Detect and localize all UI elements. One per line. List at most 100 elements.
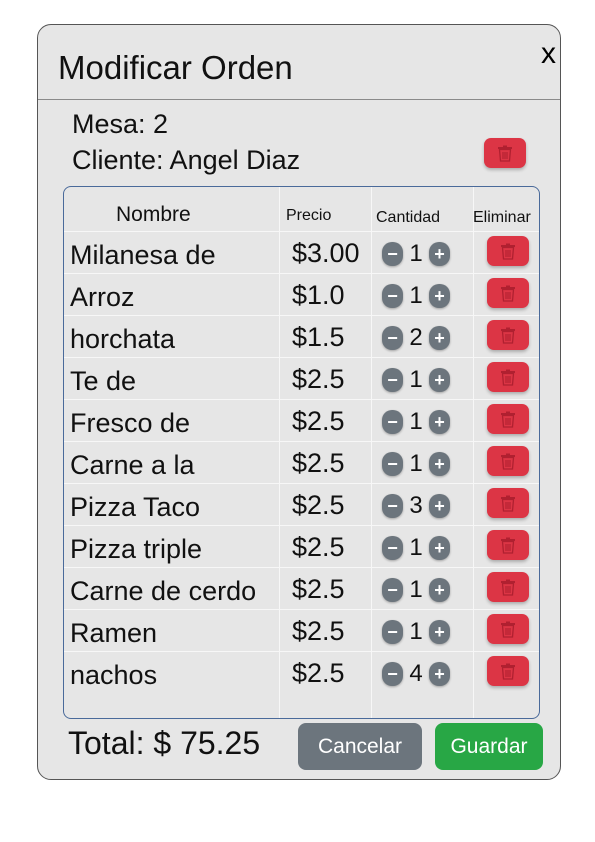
quantity-value: 1 xyxy=(409,576,423,603)
trash-icon xyxy=(501,495,515,512)
increment-button[interactable]: + xyxy=(429,536,450,560)
decrement-button[interactable]: − xyxy=(382,494,403,518)
quantity-stepper: −1 + xyxy=(382,240,450,268)
delete-item-button[interactable] xyxy=(487,404,529,434)
delete-item-button[interactable] xyxy=(487,236,529,266)
delete-order-button[interactable] xyxy=(484,138,526,168)
item-price: $3.00 xyxy=(292,238,360,268)
decrement-button[interactable]: − xyxy=(382,368,403,392)
item-price: $1.0 xyxy=(292,280,345,310)
delete-item-button[interactable] xyxy=(487,278,529,308)
item-name: nachos xyxy=(70,660,158,690)
delete-item-button[interactable] xyxy=(487,572,529,602)
header-eliminar: Eliminar xyxy=(473,209,531,226)
increment-button[interactable]: + xyxy=(429,578,450,602)
quantity-stepper: −1 + xyxy=(382,576,450,604)
table-row: nachos $2.5 −4 + xyxy=(64,651,539,694)
delete-item-button[interactable] xyxy=(487,656,529,686)
trash-icon xyxy=(498,145,512,162)
increment-button[interactable]: + xyxy=(429,620,450,644)
table-row: Fresco de $2.5 −1 + xyxy=(64,399,539,442)
increment-button[interactable]: + xyxy=(429,410,450,434)
quantity-stepper: −1 + xyxy=(382,366,450,394)
header-precio: Precio xyxy=(286,207,332,224)
trash-icon xyxy=(501,411,515,428)
delete-item-button[interactable] xyxy=(487,614,529,644)
quantity-value: 1 xyxy=(409,408,423,435)
decrement-button[interactable]: − xyxy=(382,452,403,476)
quantity-stepper: −1 + xyxy=(382,534,450,562)
decrement-button[interactable]: − xyxy=(382,326,403,350)
item-price: $2.5 xyxy=(292,574,345,604)
delete-item-button[interactable] xyxy=(487,362,529,392)
decrement-button[interactable]: − xyxy=(382,620,403,644)
item-name: Pizza Taco xyxy=(70,492,201,522)
quantity-value: 1 xyxy=(409,534,423,561)
quantity-stepper: −4 + xyxy=(382,660,450,688)
header-cantidad: Cantidad xyxy=(376,209,441,226)
item-name: Ramen xyxy=(70,618,158,648)
quantity-stepper: −1 + xyxy=(382,408,450,436)
table-row: Te de $2.5 −1 + xyxy=(64,357,539,400)
quantity-value: 1 xyxy=(409,618,423,645)
cancel-button[interactable]: Cancelar xyxy=(298,723,422,770)
modify-order-modal: Modificar Orden x Mesa: 2 Cliente: Angel… xyxy=(37,24,561,780)
quantity-stepper: −2 + xyxy=(382,324,450,352)
item-price: $2.5 xyxy=(292,658,345,688)
table-row: Carne de cerdo $2.5 −1 + xyxy=(64,567,539,610)
quantity-value: 1 xyxy=(409,366,423,393)
trash-icon xyxy=(501,285,515,302)
item-price: $1.5 xyxy=(292,322,345,352)
increment-button[interactable]: + xyxy=(429,368,450,392)
trash-icon xyxy=(501,579,515,596)
decrement-button[interactable]: − xyxy=(382,578,403,602)
item-price: $2.5 xyxy=(292,364,345,394)
item-name: horchata xyxy=(70,324,176,354)
item-name: Te de xyxy=(70,366,137,396)
total-value: $ 75.25 xyxy=(153,725,261,761)
trash-icon xyxy=(501,663,515,680)
item-name: Carne a la xyxy=(70,450,195,480)
delete-item-button[interactable] xyxy=(487,320,529,350)
order-total: Total: $ 75.25 xyxy=(68,725,260,762)
decrement-button[interactable]: − xyxy=(382,410,403,434)
item-price: $2.5 xyxy=(292,448,345,478)
delete-item-button[interactable] xyxy=(487,530,529,560)
item-price: $2.5 xyxy=(292,490,345,520)
table-number: Mesa: 2 xyxy=(72,109,169,139)
delete-item-button[interactable] xyxy=(487,488,529,518)
table-row: Ramen $2.5 −1 + xyxy=(64,609,539,652)
table-row: Pizza Taco $2.5 −3 + xyxy=(64,483,539,526)
increment-button[interactable]: + xyxy=(429,662,450,686)
modal-title: Modificar Orden xyxy=(58,49,293,86)
header-nombre: Nombre xyxy=(116,203,191,226)
quantity-stepper: −1 + xyxy=(382,618,450,646)
decrement-button[interactable]: − xyxy=(382,242,403,266)
increment-button[interactable]: + xyxy=(429,494,450,518)
increment-button[interactable]: + xyxy=(429,326,450,350)
item-name: Arroz xyxy=(70,282,135,312)
increment-button[interactable]: + xyxy=(429,242,450,266)
save-button[interactable]: Guardar xyxy=(435,723,543,770)
trash-icon xyxy=(501,243,515,260)
increment-button[interactable]: + xyxy=(429,452,450,476)
quantity-value: 2 xyxy=(409,324,423,351)
quantity-value: 1 xyxy=(409,240,423,267)
decrement-button[interactable]: − xyxy=(382,284,403,308)
increment-button[interactable]: + xyxy=(429,284,450,308)
quantity-value: 1 xyxy=(409,450,423,477)
quantity-value: 4 xyxy=(409,660,423,687)
item-name: Carne de cerdo xyxy=(70,576,257,606)
close-button[interactable]: x xyxy=(541,39,556,69)
trash-icon xyxy=(501,327,515,344)
table-row: Arroz $1.0 −1 + xyxy=(64,273,539,316)
quantity-value: 3 xyxy=(409,492,423,519)
quantity-stepper: −3 + xyxy=(382,492,450,520)
decrement-button[interactable]: − xyxy=(382,662,403,686)
item-name: Pizza triple xyxy=(70,534,203,564)
table-row: Carne a la $2.5 −1 + xyxy=(64,441,539,484)
quantity-stepper: −1 + xyxy=(382,282,450,310)
delete-item-button[interactable] xyxy=(487,446,529,476)
decrement-button[interactable]: − xyxy=(382,536,403,560)
trash-icon xyxy=(501,621,515,638)
